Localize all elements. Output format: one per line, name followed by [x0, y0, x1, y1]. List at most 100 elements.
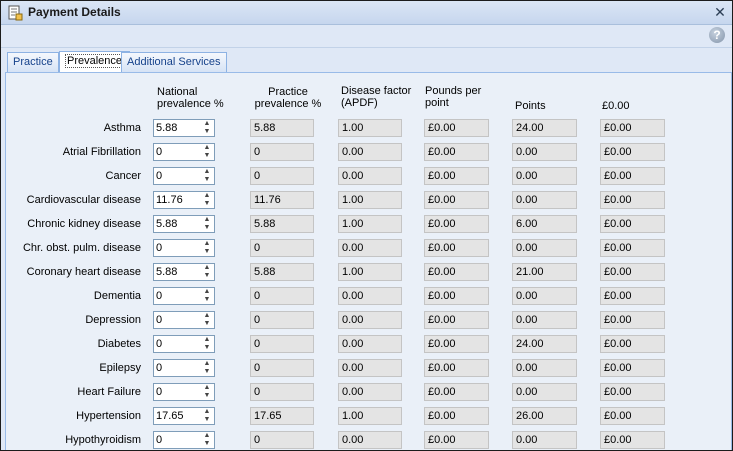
- disease-factor-value: 0.00: [338, 431, 402, 449]
- spin-down-icon[interactable]: ▼: [202, 440, 212, 448]
- pounds-per-point-value: £0.00: [424, 191, 489, 209]
- spin-down-icon[interactable]: ▼: [202, 128, 212, 136]
- national-prevalence-input[interactable]: [156, 265, 198, 279]
- national-prevalence-stepper[interactable]: ▲▼: [153, 215, 215, 233]
- points-value: 0.00: [512, 167, 577, 185]
- pounds-per-point-value: £0.00: [424, 359, 489, 377]
- practice-prevalence-value: 11.76: [250, 191, 314, 209]
- header-disease-factor: Disease factor (APDF): [341, 85, 412, 109]
- national-prevalence-input[interactable]: [156, 217, 198, 231]
- points-value: 24.00: [512, 119, 577, 137]
- spin-down-icon[interactable]: ▼: [202, 200, 212, 208]
- points-value: 6.00: [512, 215, 577, 233]
- practice-prevalence-value: 17.65: [250, 407, 314, 425]
- national-prevalence-input[interactable]: [156, 289, 198, 303]
- national-prevalence-stepper[interactable]: ▲▼: [153, 263, 215, 281]
- national-prevalence-stepper[interactable]: ▲▼: [153, 407, 215, 425]
- national-prevalence-stepper[interactable]: ▲▼: [153, 359, 215, 377]
- national-prevalence-stepper[interactable]: ▲▼: [153, 311, 215, 329]
- national-prevalence-stepper[interactable]: ▲▼: [153, 383, 215, 401]
- national-prevalence-stepper[interactable]: ▲▼: [153, 143, 215, 161]
- spin-down-icon[interactable]: ▼: [202, 152, 212, 160]
- spin-up-icon[interactable]: ▲: [202, 144, 212, 152]
- tab-prevalence[interactable]: Prevalence: [59, 51, 131, 73]
- disease-factor-value: 1.00: [338, 215, 402, 233]
- national-prevalence-input[interactable]: [156, 145, 198, 159]
- practice-prevalence-value: 0: [250, 359, 314, 377]
- spin-down-icon[interactable]: ▼: [202, 296, 212, 304]
- national-prevalence-input[interactable]: [156, 409, 198, 423]
- national-prevalence-input[interactable]: [156, 121, 198, 135]
- row-label: Depression: [85, 314, 141, 326]
- national-prevalence-stepper[interactable]: ▲▼: [153, 431, 215, 449]
- spin-up-icon[interactable]: ▲: [202, 336, 212, 344]
- disease-factor-value: 0.00: [338, 311, 402, 329]
- row-label: Hypothyroidism: [65, 434, 141, 446]
- pounds-per-point-value: £0.00: [424, 431, 489, 449]
- pounds-per-point-value: £0.00: [424, 119, 489, 137]
- national-prevalence-input[interactable]: [156, 361, 198, 375]
- spin-up-icon[interactable]: ▲: [202, 432, 212, 440]
- tab-strip: Practice Prevalence Additional Services: [5, 51, 732, 73]
- spin-up-icon[interactable]: ▲: [202, 240, 212, 248]
- spin-up-icon[interactable]: ▲: [202, 264, 212, 272]
- national-prevalence-stepper[interactable]: ▲▼: [153, 287, 215, 305]
- tab-practice[interactable]: Practice: [7, 52, 59, 72]
- disease-factor-value: 1.00: [338, 119, 402, 137]
- spin-up-icon[interactable]: ▲: [202, 408, 212, 416]
- practice-prevalence-value: 0: [250, 431, 314, 449]
- total-value: £0.00: [600, 383, 665, 401]
- pounds-per-point-value: £0.00: [424, 311, 489, 329]
- row-label: Hypertension: [76, 410, 141, 422]
- spin-up-icon[interactable]: ▲: [202, 192, 212, 200]
- practice-prevalence-value: 0: [250, 383, 314, 401]
- spin-down-icon[interactable]: ▼: [202, 344, 212, 352]
- tab-additional-services[interactable]: Additional Services: [121, 52, 227, 72]
- spin-down-icon[interactable]: ▼: [202, 248, 212, 256]
- national-prevalence-stepper[interactable]: ▲▼: [153, 191, 215, 209]
- total-value: £0.00: [600, 359, 665, 377]
- spin-down-icon[interactable]: ▼: [202, 392, 212, 400]
- points-value: 0.00: [512, 311, 577, 329]
- header-national-prevalence: National prevalence %: [157, 86, 224, 110]
- national-prevalence-stepper[interactable]: ▲▼: [153, 167, 215, 185]
- spin-down-icon[interactable]: ▼: [202, 272, 212, 280]
- national-prevalence-input[interactable]: [156, 169, 198, 183]
- spin-down-icon[interactable]: ▼: [202, 416, 212, 424]
- header-practice-prevalence: Practice prevalence %: [254, 86, 322, 110]
- spin-down-icon[interactable]: ▼: [202, 176, 212, 184]
- spin-up-icon[interactable]: ▲: [202, 168, 212, 176]
- spin-up-icon[interactable]: ▲: [202, 360, 212, 368]
- help-icon[interactable]: ?: [709, 27, 725, 43]
- spin-up-icon[interactable]: ▲: [202, 216, 212, 224]
- national-prevalence-stepper[interactable]: ▲▼: [153, 335, 215, 353]
- spin-down-icon[interactable]: ▼: [202, 224, 212, 232]
- pounds-per-point-value: £0.00: [424, 383, 489, 401]
- national-prevalence-input[interactable]: [156, 337, 198, 351]
- pounds-per-point-value: £0.00: [424, 335, 489, 353]
- spin-down-icon[interactable]: ▼: [202, 320, 212, 328]
- close-button[interactable]: ✕: [712, 3, 728, 21]
- spin-up-icon[interactable]: ▲: [202, 120, 212, 128]
- spin-up-icon[interactable]: ▲: [202, 384, 212, 392]
- national-prevalence-input[interactable]: [156, 313, 198, 327]
- national-prevalence-input[interactable]: [156, 241, 198, 255]
- national-prevalence-input[interactable]: [156, 193, 198, 207]
- practice-prevalence-value: 0: [250, 335, 314, 353]
- national-prevalence-input[interactable]: [156, 385, 198, 399]
- spin-up-icon[interactable]: ▲: [202, 288, 212, 296]
- practice-prevalence-value: 5.88: [250, 263, 314, 281]
- total-value: £0.00: [600, 167, 665, 185]
- total-value: £0.00: [600, 335, 665, 353]
- spin-down-icon[interactable]: ▼: [202, 368, 212, 376]
- row-label: Diabetes: [97, 338, 141, 350]
- national-prevalence-input[interactable]: [156, 433, 198, 447]
- disease-factor-value: 0.00: [338, 359, 402, 377]
- points-value: 0.00: [512, 191, 577, 209]
- national-prevalence-stepper[interactable]: ▲▼: [153, 239, 215, 257]
- spin-up-icon[interactable]: ▲: [202, 312, 212, 320]
- tab-label: Additional Services: [127, 56, 221, 68]
- disease-factor-value: 1.00: [338, 263, 402, 281]
- header-total: £0.00: [602, 100, 630, 112]
- national-prevalence-stepper[interactable]: ▲▼: [153, 119, 215, 137]
